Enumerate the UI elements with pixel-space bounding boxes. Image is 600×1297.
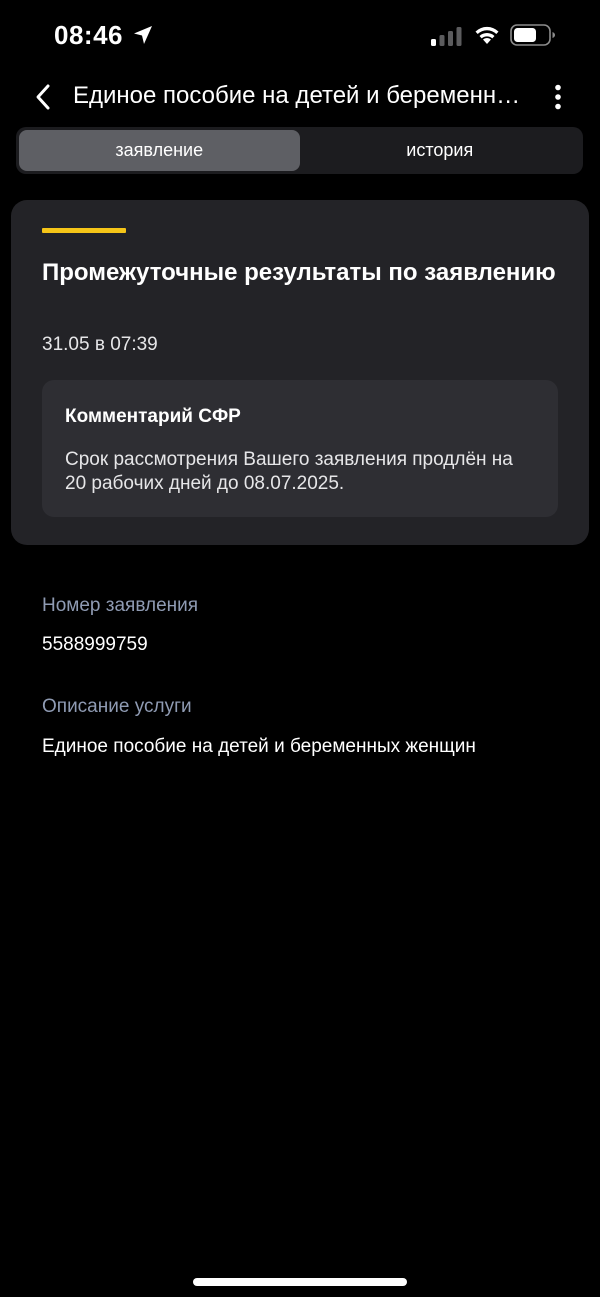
back-button[interactable] xyxy=(26,80,60,114)
cellular-signal-icon xyxy=(431,27,462,46)
status-time: 08:46 xyxy=(54,20,123,50)
wifi-icon xyxy=(475,26,499,44)
tab-bar: заявление история xyxy=(16,127,583,174)
status-date: 31.05 в 07:39 xyxy=(42,334,158,355)
chevron-left-icon xyxy=(36,84,50,110)
tab-history[interactable]: история xyxy=(300,130,581,171)
application-number-value: 5588999759 xyxy=(42,634,148,655)
home-indicator[interactable] xyxy=(193,1278,407,1286)
screen: 08:46 Единое пособие на детей и беременн… xyxy=(0,0,600,1297)
tab-application[interactable]: заявление xyxy=(19,130,300,171)
status-card: Промежуточные результаты по заявлению 31… xyxy=(11,200,589,545)
comment-title: Комментарий СФР xyxy=(65,406,241,427)
comment-text: Срок рассмотрения Вашего заявления продл… xyxy=(65,449,513,494)
status-accent-bar xyxy=(42,228,126,233)
application-number-label: Номер заявления xyxy=(42,595,199,616)
page-title: Единое пособие на детей и беременных жен… xyxy=(73,82,523,109)
status-title: Промежуточные результаты по заявлению xyxy=(42,259,556,286)
service-description-value: Единое пособие на детей и беременных жен… xyxy=(42,736,476,757)
battery-icon xyxy=(510,24,555,46)
status-bar: 08:46 xyxy=(0,0,600,70)
location-arrow-icon xyxy=(134,26,152,44)
comment-box: Комментарий СФР Срок рассмотрения Вашего… xyxy=(42,380,558,517)
nav-header: Единое пособие на детей и беременных жен… xyxy=(0,72,600,122)
more-options-button[interactable] xyxy=(544,80,572,114)
vertical-dots-icon xyxy=(555,84,561,110)
service-description-label: Описание услуги xyxy=(42,696,192,717)
